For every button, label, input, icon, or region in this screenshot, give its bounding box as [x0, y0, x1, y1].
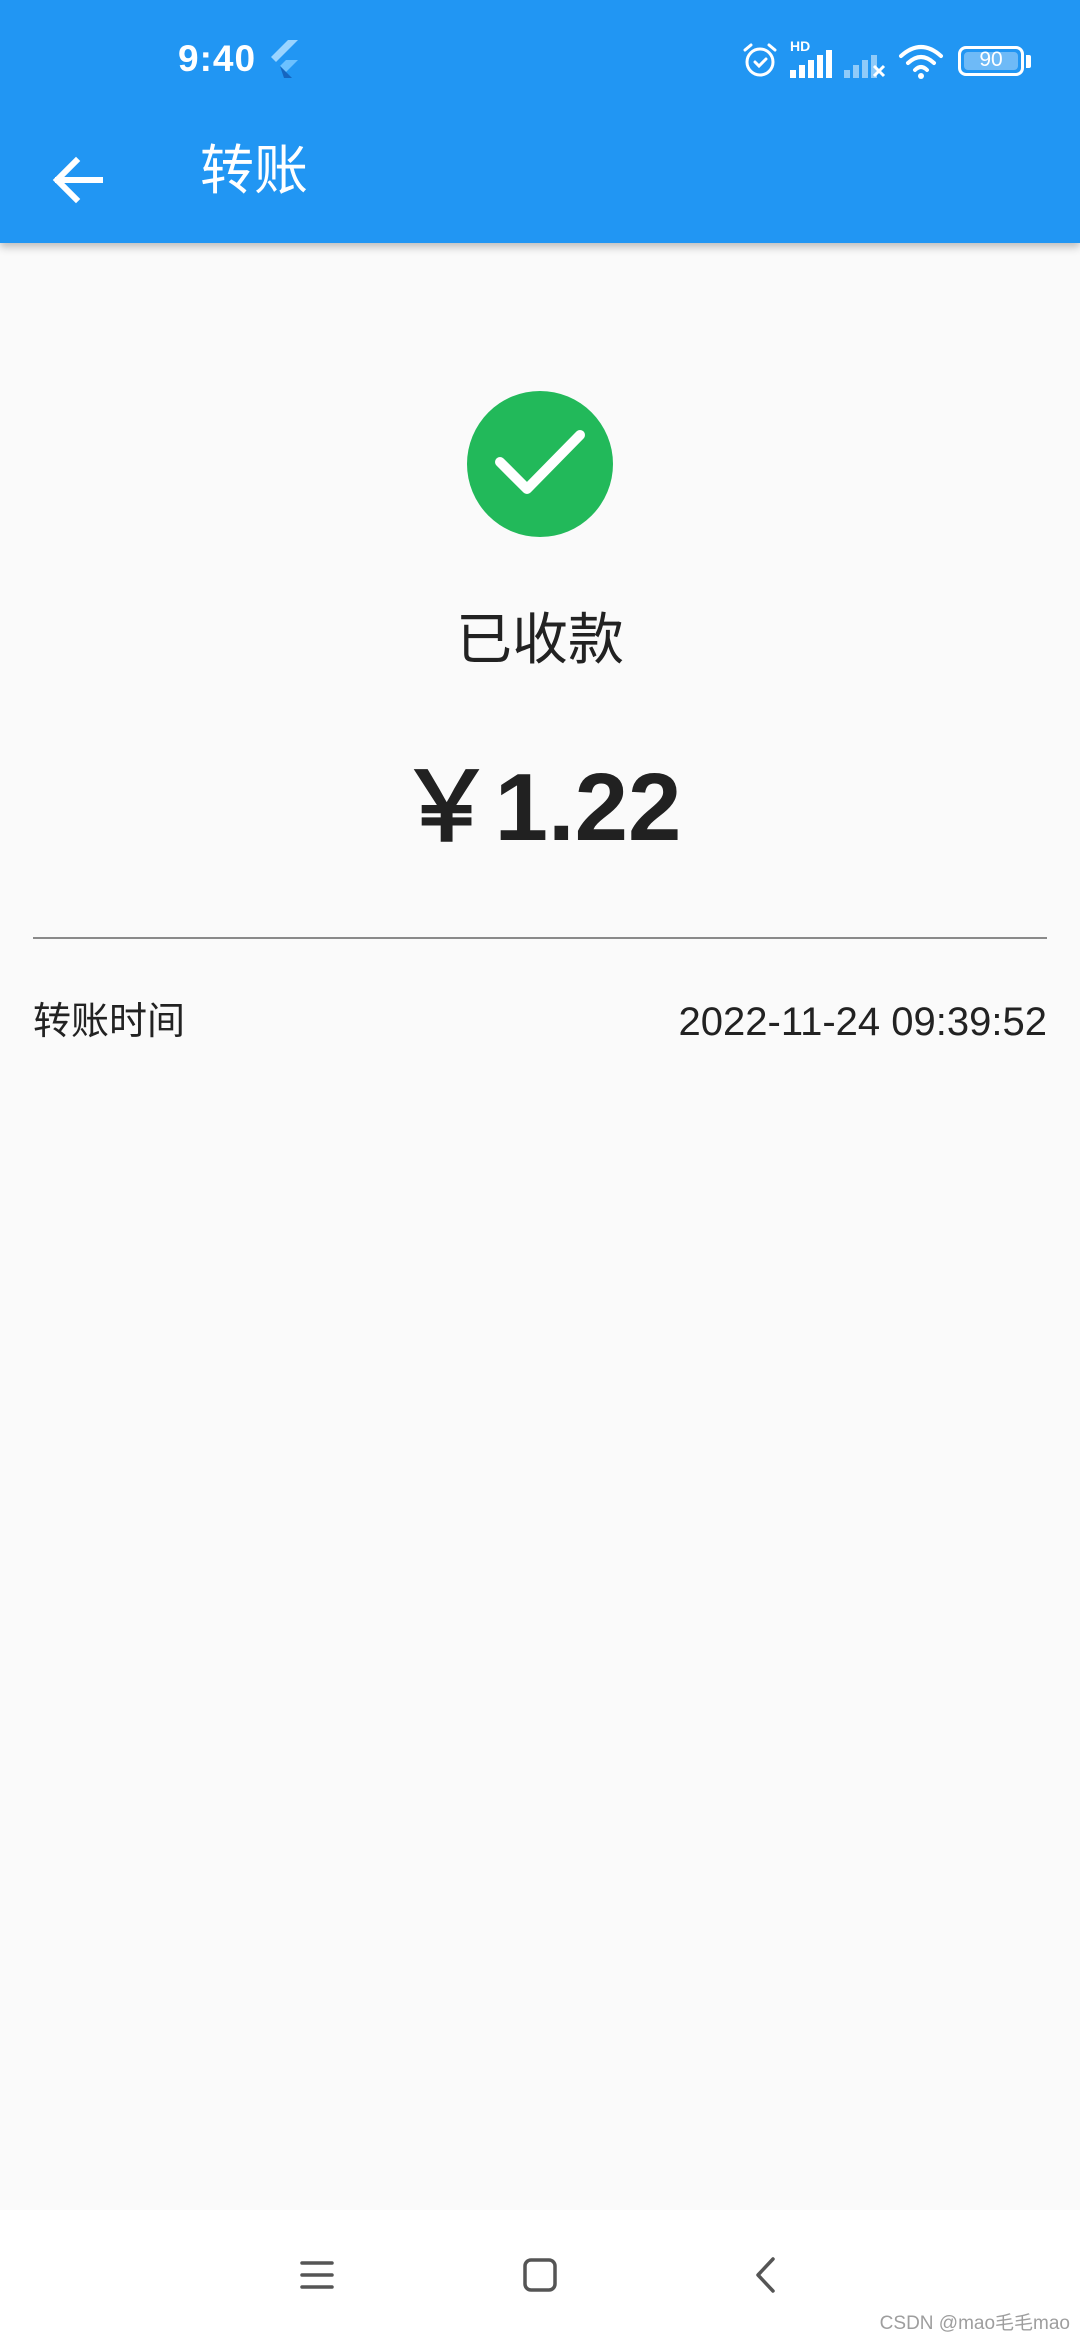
- detail-label: 转账时间: [33, 999, 186, 1043]
- app-bar: 9:40 HD 90 转账: [0, 0, 1080, 243]
- check-circle-icon: [467, 391, 613, 537]
- menu-icon: [300, 2261, 334, 2289]
- back-icon: [756, 2257, 775, 2293]
- receipt-status-text: 已收款: [456, 608, 624, 673]
- home-button[interactable]: [510, 2245, 570, 2305]
- battery-tip: [1026, 55, 1031, 68]
- battery-level: 90: [979, 48, 1003, 71]
- status-bar: 9:40 HD 90: [0, 0, 1080, 120]
- wifi-icon: [899, 45, 943, 79]
- page-title: 转账: [200, 139, 308, 202]
- battery-icon: 90: [958, 46, 1024, 76]
- divider: [33, 937, 1047, 939]
- signal-icon: [790, 50, 832, 78]
- status-time: 9:40: [178, 38, 257, 79]
- home-icon: [523, 2258, 557, 2292]
- detail-row-transfer-time: 转账时间 2022-11-24 09:39:52: [33, 995, 1047, 1055]
- flutter-icon: [271, 40, 298, 78]
- transfer-amount: ￥1.22: [398, 754, 682, 861]
- arrow-left-icon: [52, 156, 103, 204]
- signal-off-icon: [844, 55, 886, 78]
- toolbar: 转账: [0, 120, 1080, 243]
- watermark: CSDN @mao毛毛mao: [879, 2313, 1070, 2334]
- alarm-icon: [743, 43, 777, 77]
- detail-value: 2022-11-24 09:39:52: [678, 1000, 1047, 1044]
- system-back-button[interactable]: [737, 2245, 797, 2305]
- recent-apps-button[interactable]: [287, 2245, 347, 2305]
- back-button[interactable]: [40, 140, 120, 220]
